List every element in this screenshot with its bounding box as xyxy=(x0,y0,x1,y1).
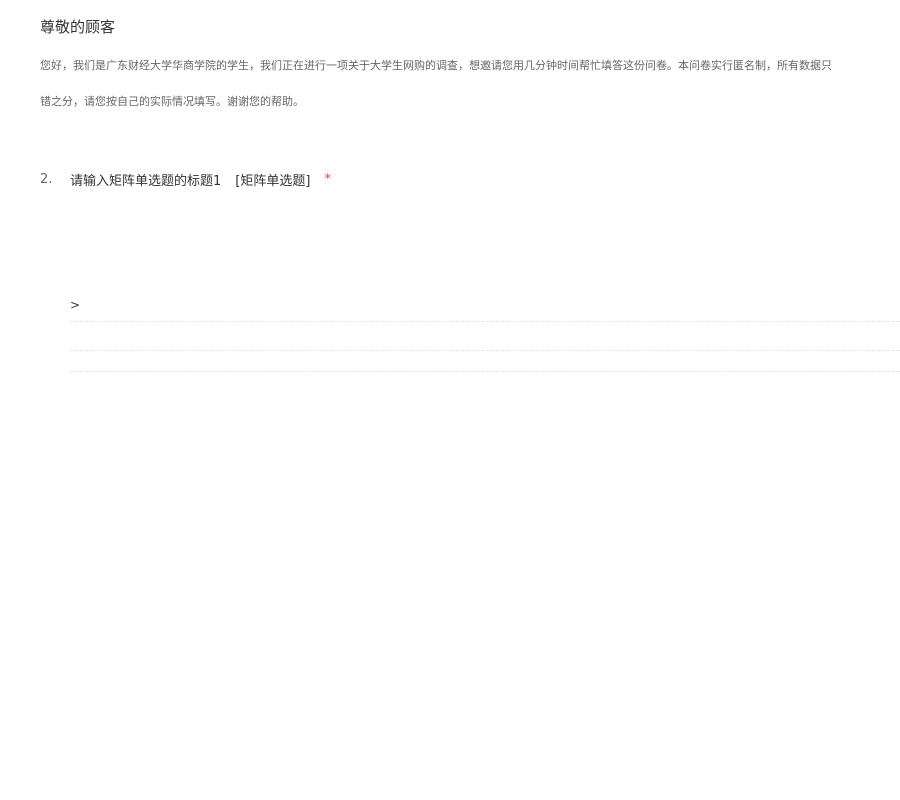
survey-intro: 您好，我们是广东财经大学华商学院的学生，我们正在进行一项关于大学生网购的调查，想… xyxy=(40,55,900,113)
matrix-row xyxy=(70,351,900,372)
required-marker: * xyxy=(324,172,331,187)
question-2: 2. 请输入矩阵单选题的标题1 [矩阵单选题] * xyxy=(40,170,331,189)
matrix-table: > xyxy=(70,295,900,372)
matrix-row xyxy=(70,322,900,351)
survey-greeting: 尊敬的顾客 xyxy=(40,18,116,36)
matrix-row xyxy=(70,315,900,322)
question-title: 请输入矩阵单选题的标题1 xyxy=(70,174,222,189)
question-number: 2. xyxy=(40,172,53,187)
matrix-row-label: > xyxy=(70,298,81,312)
survey-page: 尊敬的顾客 您好，我们是广东财经大学华商学院的学生，我们正在进行一项关于大学生网… xyxy=(0,0,900,800)
intro-line-1: 您好，我们是广东财经大学华商学院的学生，我们正在进行一项关于大学生网购的调查，想… xyxy=(40,59,832,72)
intro-line-2: 错之分，请您按自己的实际情况填写。谢谢您的帮助。 xyxy=(40,95,304,108)
question-type: [矩阵单选题] xyxy=(235,174,311,189)
